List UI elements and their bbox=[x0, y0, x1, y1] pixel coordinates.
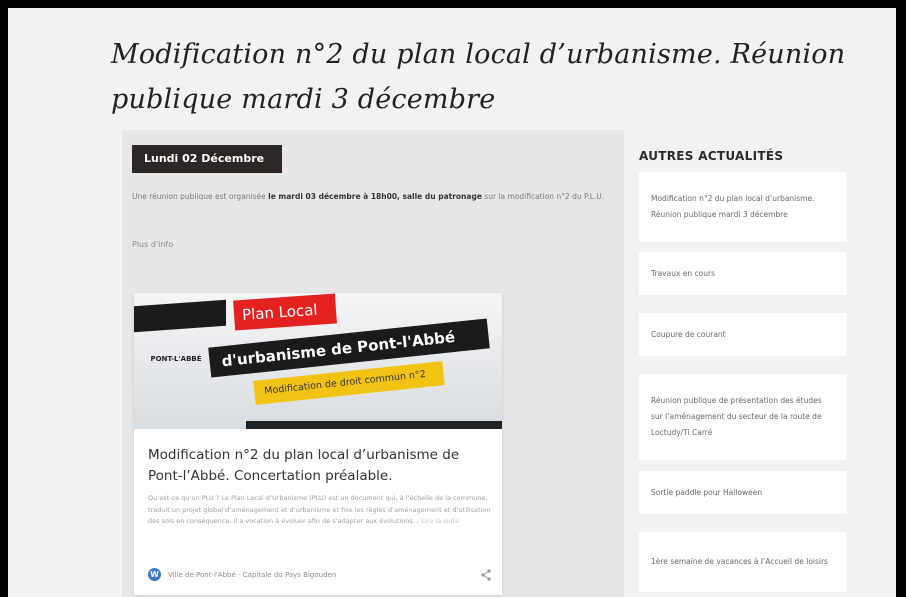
sidebar-item-paddle[interactable]: Sortie paddle pour Halloween bbox=[639, 471, 847, 514]
image-black-banner bbox=[134, 299, 226, 333]
sidebar-item-reunion-loctudy[interactable]: Réunion publique de présentation des étu… bbox=[639, 374, 847, 460]
date-badge: Lundi 02 Décembre bbox=[132, 145, 283, 173]
site-name[interactable]: Ville de Pont-l'Abbé - Capitale du Pays … bbox=[168, 569, 336, 581]
image-bottom-bar bbox=[246, 421, 502, 429]
card-footer: W Ville de Pont-l'Abbé - Capitale du Pay… bbox=[148, 568, 493, 584]
article-main: Lundi 02 Décembre Une réunion publique e… bbox=[122, 130, 624, 597]
intro-text-before: Une réunion publique est organisée bbox=[132, 192, 269, 201]
sidebar-title: AUTRES ACTUALITÉS bbox=[639, 149, 784, 163]
intro-text-after: sur la modification n°2 du P.L.U. bbox=[481, 192, 605, 201]
card-title[interactable]: Modification n°2 du plan local d’urbanis… bbox=[148, 445, 493, 487]
sidebar-item-coupure[interactable]: Coupure de courant bbox=[639, 313, 847, 356]
card-excerpt: Qu’est-ce qu’un PLU ? Le Plan Local d’Ur… bbox=[148, 493, 493, 528]
embed-card[interactable]: Plan Local d'urbanisme de Pont-l'Abbé Mo… bbox=[134, 293, 502, 595]
card-image[interactable]: Plan Local d'urbanisme de Pont-l'Abbé Mo… bbox=[134, 293, 502, 429]
image-red-banner: Plan Local bbox=[233, 293, 337, 331]
pont-labbe-logo: PONT-L'ABBÉ bbox=[150, 355, 202, 363]
share-icon[interactable] bbox=[479, 568, 493, 582]
sidebar-item-vacances[interactable]: 1ère semaine de vacances à l’Accueil de … bbox=[639, 532, 847, 592]
more-info-link[interactable]: Plus d'info bbox=[132, 240, 173, 249]
article-intro: Une réunion publique est organisée le ma… bbox=[132, 188, 612, 206]
read-more-link[interactable]: Lire la suite bbox=[421, 517, 459, 525]
sidebar-item-modification-plu[interactable]: Modification n°2 du plan local d’urbanis… bbox=[639, 172, 847, 242]
sidebar-item-travaux[interactable]: Travaux en cours bbox=[639, 252, 847, 295]
page-title: Modification n°2 du plan local d’urbanis… bbox=[111, 39, 846, 115]
intro-text-bold: le mardi 03 décembre à 18h00, salle du p… bbox=[268, 192, 482, 201]
page-frame: Modification n°2 du plan local d’urbanis… bbox=[8, 8, 896, 597]
wordpress-icon: W bbox=[148, 568, 161, 581]
